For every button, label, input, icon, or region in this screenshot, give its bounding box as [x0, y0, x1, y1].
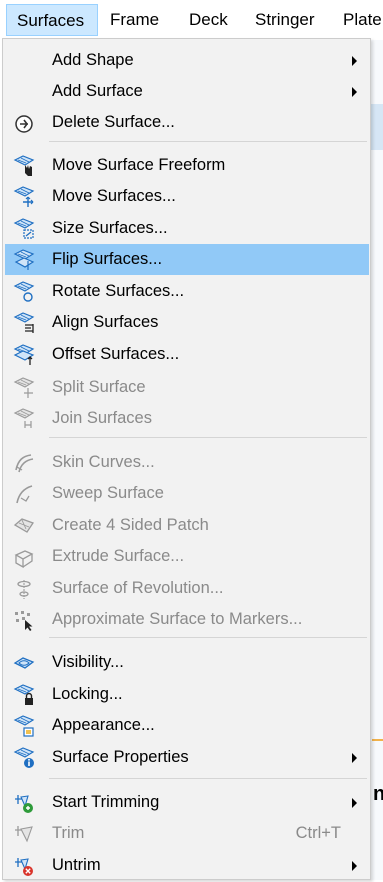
menu-separator — [49, 141, 367, 142]
submenu-arrow-icon — [352, 798, 357, 808]
delete-surface-icon — [13, 112, 35, 134]
menu-item-move-surfaces[interactable]: Move Surfaces... — [5, 181, 369, 212]
menu-item-label: Appearance... — [52, 716, 155, 734]
menu-item-label: Offset Surfaces... — [52, 345, 180, 363]
menu-item-surface-of-revolution[interactable]: Surface of Revolution... — [5, 573, 369, 604]
menu-item-label: Add Surface — [52, 82, 143, 100]
move-surfaces-icon — [13, 186, 35, 208]
menu-item-label: Surface of Revolution... — [52, 579, 224, 597]
flip-surfaces-icon — [13, 249, 35, 271]
submenu-arrow-icon — [352, 861, 357, 871]
menu-item-label: Untrim — [52, 856, 101, 874]
skin-curves-icon — [13, 452, 35, 474]
menu-item-align-surfaces[interactable]: Align Surfaces — [5, 307, 369, 338]
menu-item-trim[interactable]: Trim Ctrl+T — [5, 818, 369, 849]
menu-item-label: Split Surface — [52, 378, 146, 396]
move-freeform-icon — [13, 155, 35, 177]
menu-item-add-surface[interactable]: Add Surface — [5, 76, 369, 107]
menu-item-label: Start Trimming — [52, 793, 160, 811]
menu-item-label: Move Surfaces... — [52, 187, 176, 205]
menu-stringer[interactable]: Stringer — [255, 4, 315, 36]
menu-surfaces[interactable]: Surfaces — [6, 4, 98, 36]
menu-item-rotate-surfaces[interactable]: Rotate Surfaces... — [5, 276, 369, 307]
menu-item-label: Approximate Surface to Markers... — [52, 610, 303, 628]
menu-item-label: Align Surfaces — [52, 313, 159, 331]
rotate-surfaces-icon — [13, 281, 35, 303]
menu-item-label: Flip Surfaces... — [52, 250, 163, 268]
menubar: Surfaces Frame Deck Stringer Plate — [0, 0, 383, 40]
menu-item-add-shape[interactable]: Add Shape — [5, 45, 369, 76]
menu-item-sweep-surface[interactable]: Sweep Surface — [5, 478, 369, 509]
menu-item-visibility[interactable]: Visibility... — [5, 647, 369, 678]
background-panel — [371, 40, 383, 880]
menu-separator — [49, 437, 367, 438]
visibility-icon — [13, 652, 35, 674]
size-surfaces-icon — [13, 218, 35, 240]
appearance-icon — [13, 715, 35, 737]
menu-item-label: Extrude Surface... — [52, 547, 185, 565]
four-sided-patch-icon — [13, 515, 35, 537]
menu-item-move-surface-freeform[interactable]: Move Surface Freeform — [5, 150, 369, 181]
menu-item-start-trimming[interactable]: Start Trimming — [5, 787, 369, 818]
approximate-markers-icon — [13, 609, 35, 631]
start-trimming-icon — [13, 792, 35, 814]
menu-plate[interactable]: Plate — [343, 4, 382, 36]
menu-item-label: Locking... — [52, 685, 123, 703]
offset-surfaces-icon — [13, 344, 35, 366]
trim-icon — [13, 823, 35, 845]
surfaces-dropdown-menu: Add Shape Add Surface Delete Surface... Mo… — [2, 38, 371, 880]
menu-item-split-surface[interactable]: Split Surface — [5, 372, 369, 403]
menu-item-label: Visibility... — [52, 653, 124, 671]
menu-item-label: Sweep Surface — [52, 484, 164, 502]
menu-item-surface-properties[interactable]: Surface Properties — [5, 742, 369, 773]
background-partial-text: n — [373, 783, 383, 805]
surface-properties-icon — [13, 747, 35, 769]
join-surfaces-icon — [13, 408, 35, 430]
split-surface-icon — [13, 377, 35, 399]
menu-item-label: Join Surfaces — [52, 409, 152, 427]
background-selection — [371, 104, 383, 150]
menu-deck[interactable]: Deck — [189, 4, 228, 36]
menu-item-create-4-sided-patch[interactable]: Create 4 Sided Patch — [5, 510, 369, 541]
extrude-surface-icon — [13, 546, 35, 569]
menu-item-label: Move Surface Freeform — [52, 156, 226, 174]
background-accent-line — [372, 739, 383, 741]
menu-item-flip-surfaces[interactable]: Flip Surfaces... — [5, 244, 369, 275]
menu-item-locking[interactable]: Locking... — [5, 679, 369, 710]
menu-item-untrim[interactable]: Untrim — [5, 850, 369, 881]
locking-icon — [13, 684, 35, 706]
menu-separator — [49, 778, 367, 779]
menu-item-skin-curves[interactable]: Skin Curves... — [5, 447, 369, 478]
menu-item-label: Skin Curves... — [52, 453, 155, 471]
submenu-arrow-icon — [352, 753, 357, 763]
surface-revolution-icon — [13, 578, 35, 600]
menu-item-shortcut: Ctrl+T — [295, 824, 341, 842]
menu-separator — [49, 637, 367, 638]
untrim-icon — [13, 855, 35, 877]
menu-frame[interactable]: Frame — [110, 4, 159, 36]
menu-item-delete-surface[interactable]: Delete Surface... — [5, 107, 369, 138]
menu-item-label: Rotate Surfaces... — [52, 282, 185, 300]
menu-item-label: Trim — [52, 824, 85, 842]
menu-item-appearance[interactable]: Appearance... — [5, 710, 369, 741]
align-surfaces-icon — [13, 312, 35, 334]
menu-item-label: Surface Properties — [52, 748, 189, 766]
menu-item-offset-surfaces[interactable]: Offset Surfaces... — [5, 339, 369, 370]
menu-item-label: Add Shape — [52, 51, 134, 69]
menu-item-label: Size Surfaces... — [52, 219, 168, 237]
menu-item-label: Delete Surface... — [52, 113, 175, 131]
menu-item-size-surfaces[interactable]: Size Surfaces... — [5, 213, 369, 244]
menu-item-extrude-surface[interactable]: Extrude Surface... — [5, 541, 369, 572]
menu-item-approximate-surface-to-markers[interactable]: Approximate Surface to Markers... — [5, 604, 369, 635]
submenu-arrow-icon — [352, 87, 357, 97]
menu-item-label: Create 4 Sided Patch — [52, 516, 209, 534]
sweep-surface-icon — [13, 483, 35, 505]
menu-item-join-surfaces[interactable]: Join Surfaces — [5, 403, 369, 434]
submenu-arrow-icon — [352, 56, 357, 66]
